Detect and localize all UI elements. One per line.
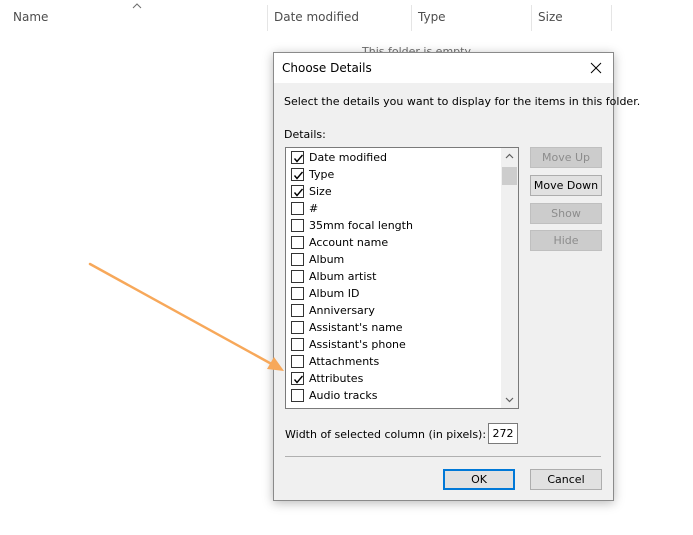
annotation-arrow-icon [88, 262, 284, 371]
